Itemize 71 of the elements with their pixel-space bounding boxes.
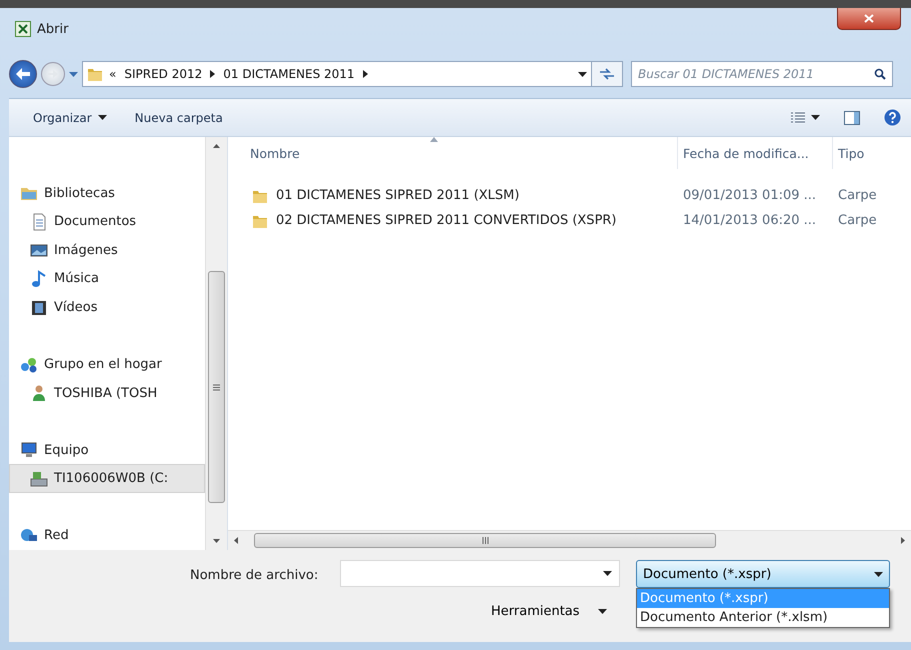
toolbar-button[interactable]: Nueva carpeta: [130, 108, 227, 128]
caret-icon: [98, 115, 107, 120]
nav-item[interactable]: Documentos: [9, 208, 205, 236]
pane-icon: [844, 110, 860, 124]
date-cell-text: 09/01/2013 01:09 ...: [682, 188, 818, 203]
user-icon: [30, 384, 48, 402]
history-caret-icon[interactable]: [69, 72, 78, 76]
nav-item[interactable]: Grupo en el hogar: [9, 350, 205, 379]
refresh-arrows-icon: [599, 68, 615, 80]
date-cell-text: 14/01/2013 06:20 ...: [682, 213, 818, 228]
column-header[interactable]: Nombre: [228, 137, 678, 169]
grip-icon: [482, 537, 488, 544]
file-type-dropdown[interactable]: Documento (*.xspr): [636, 560, 890, 588]
nav-item[interactable]: Vídeos: [9, 293, 205, 322]
list-view-icon: [791, 112, 805, 124]
caret-icon: [874, 572, 883, 576]
music-icon: [30, 270, 48, 288]
dropdown-caret-icon: [578, 72, 587, 76]
toolbar-button[interactable]: Organizar: [29, 108, 111, 128]
scroll-up-arrow-icon[interactable]: [213, 144, 220, 148]
sort-arrow-icon: [430, 137, 438, 142]
search-field[interactable]: Buscar 01 DICTAMENES 2011: [631, 61, 893, 87]
address-bar[interactable]: « SIPRED 2012 01 DICTAMENES 2011: [82, 61, 592, 87]
help-icon: [884, 109, 901, 126]
nav-item[interactable]: TOSHIBA (TOSH: [9, 378, 205, 408]
column-header[interactable]: Tipo: [833, 137, 911, 169]
scroll-right-arrow-icon[interactable]: [901, 537, 905, 544]
scrollbar-thumb[interactable]: [208, 271, 225, 503]
nav-item[interactable]: Red: [9, 521, 205, 550]
folder-icon: [87, 66, 103, 82]
file-name[interactable]: 01 DICTAMENES SIPRED 2011 (XLSM): [276, 188, 520, 203]
refresh-button[interactable]: [591, 61, 623, 87]
file-name-field[interactable]: [340, 560, 620, 587]
search-icon: [874, 68, 886, 80]
file-name[interactable]: 02 DICTAMENES SIPRED 2011 CONVERTIDOS (XSPR): [276, 213, 617, 228]
nav-item[interactable]: Equipo: [9, 436, 205, 464]
close-icon: [864, 14, 874, 23]
spreadsheet-icon: [15, 21, 31, 37]
chevron-right-icon[interactable]: [362, 70, 368, 78]
back-button[interactable]: [9, 60, 37, 88]
window-title: Abrir: [37, 22, 68, 36]
nav-item[interactable]: Bibliotecas: [9, 179, 205, 208]
column-header[interactable]: Fecha de modifica...: [678, 137, 833, 169]
back-arrow-icon: [16, 68, 30, 80]
overflow-chevron[interactable]: «: [109, 67, 116, 81]
nav-item[interactable]: Imágenes: [9, 236, 205, 265]
drive-icon: [30, 470, 48, 488]
caret-icon: [811, 115, 820, 120]
breadcrumb-item[interactable]: 01 DICTAMENES 2011: [221, 67, 357, 81]
dropdown-option[interactable]: Documento Anterior (*.xlsm): [637, 608, 889, 627]
nav-item[interactable]: Música: [9, 264, 205, 294]
view-button[interactable]: [791, 112, 820, 124]
caret-icon: [603, 571, 612, 576]
scroll-down-arrow-icon[interactable]: [213, 539, 220, 543]
nav-item[interactable]: TI106006W0B (C:: [9, 464, 205, 493]
close-button[interactable]: [837, 8, 901, 30]
tools-button[interactable]: Herramientas: [487, 600, 611, 623]
type-cell-text: Carpe: [837, 213, 878, 228]
scrollbar-thumb[interactable]: [254, 533, 716, 548]
scroll-left-arrow-icon[interactable]: [234, 537, 238, 544]
videos-icon: [30, 298, 48, 317]
chevron-right-icon[interactable]: [210, 70, 216, 78]
preview-pane-button[interactable]: [844, 110, 860, 124]
breadcrumb-item[interactable]: SIPRED 2012: [122, 67, 204, 81]
homegroup-icon: [20, 356, 38, 374]
caret-icon: [598, 609, 607, 614]
type-cell-text: Carpe: [837, 188, 878, 203]
grip-icon: [213, 384, 220, 390]
help-button[interactable]: [884, 109, 901, 126]
file-name-label: Nombre de archivo:: [190, 568, 318, 583]
computer-icon: [20, 441, 38, 460]
